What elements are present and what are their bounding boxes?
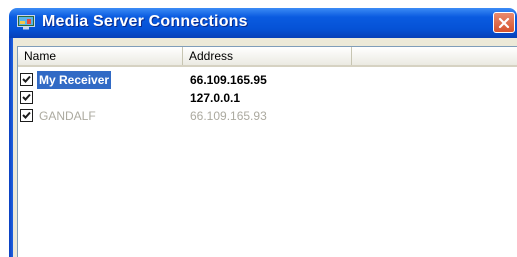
column-header-address[interactable]: Address — [183, 47, 352, 65]
row-checkbox[interactable] — [20, 73, 33, 86]
close-icon — [498, 17, 510, 28]
row-checkbox[interactable] — [20, 109, 33, 122]
row-address: 127.0.0.1 — [190, 91, 241, 105]
list-header: Name Address — [18, 47, 517, 67]
media-server-icon — [17, 15, 35, 30]
column-header-name[interactable]: Name — [18, 47, 183, 65]
column-header-address-label: Address — [189, 49, 234, 63]
row-address: 66.109.165.95 — [190, 73, 267, 87]
checkmark-icon — [22, 93, 31, 101]
row-name: GANDALF — [39, 109, 96, 123]
checkmark-icon — [22, 111, 31, 119]
list-item[interactable]: 127.0.0.1 — [18, 89, 517, 107]
checkmark-icon — [22, 75, 31, 83]
connections-list[interactable]: Name Address My Receiver 66.109.165.95 1… — [17, 46, 517, 257]
close-button[interactable] — [493, 12, 515, 33]
row-name — [37, 89, 41, 107]
list-item[interactable]: GANDALF 66.109.165.93 — [18, 107, 517, 125]
column-header-name-label: Name — [24, 49, 57, 63]
row-address: 66.109.165.93 — [190, 109, 267, 123]
media-server-connections-window: Media Server Connections Name Address My… — [9, 8, 517, 257]
window-title: Media Server Connections — [42, 13, 248, 30]
row-checkbox[interactable] — [20, 91, 33, 104]
list-item[interactable]: My Receiver 66.109.165.95 — [18, 71, 517, 89]
title-bar[interactable]: Media Server Connections — [9, 8, 517, 38]
row-name: My Receiver — [37, 71, 112, 89]
